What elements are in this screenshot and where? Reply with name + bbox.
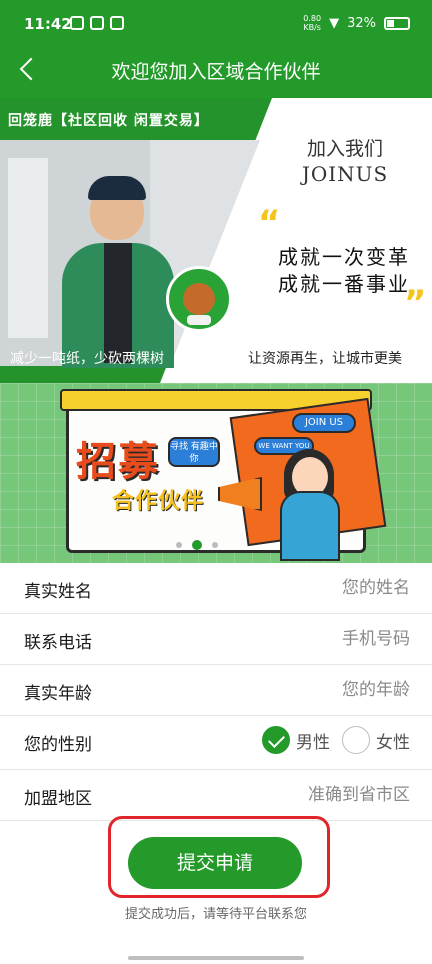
- recruit-subtitle: 合作伙伴: [112, 489, 205, 514]
- gender-male-radio[interactable]: 男性: [262, 726, 330, 754]
- age-input[interactable]: [210, 675, 410, 705]
- phone-label: 联系电话: [24, 633, 92, 653]
- page-title: 欢迎您加入区域合作伙伴: [111, 61, 321, 83]
- app-notification-icon: [110, 16, 124, 30]
- join-us-badge: JOIN US: [292, 413, 356, 433]
- hero-brand-text: 回笼鹿【社区回收 闲置交易】: [8, 113, 209, 129]
- region-label: 加盟地区: [24, 789, 92, 809]
- carousel-dot-active: [192, 540, 202, 550]
- top-bar: 11:42 0.80 KB/s ▼ 32% 欢迎您加入区域合作伙伴: [0, 0, 432, 98]
- unchecked-icon: [342, 726, 370, 754]
- gender-female-label: 女性: [376, 732, 410, 753]
- region-row: 加盟地区: [0, 770, 432, 821]
- hero-slogan-line1: 成就一次变革: [278, 245, 410, 269]
- name-row: 真实姓名: [0, 563, 432, 614]
- gender-row: 您的性别 男性 女性: [0, 716, 432, 770]
- carousel-dot: [212, 542, 218, 548]
- status-time: 11:42: [24, 15, 72, 33]
- age-label: 真实年龄: [24, 684, 92, 704]
- region-input[interactable]: [210, 780, 410, 810]
- status-right: 0.80 KB/s ▼ 32%: [303, 14, 410, 32]
- checked-icon: [262, 726, 290, 754]
- hero-right-slogan: 让资源再生，让城市更美: [248, 351, 402, 367]
- person-shirt: [104, 243, 132, 363]
- age-row: 真实年龄: [0, 665, 432, 716]
- wifi-icon: ▼: [329, 15, 340, 31]
- hero-join-en: JOINUS: [301, 162, 389, 186]
- network-speed-unit: KB/s: [303, 23, 321, 32]
- app-notification-icon: [90, 16, 104, 30]
- recruit-tag: 寻找 有趣中你: [168, 437, 220, 467]
- hero-slogan-line2: 成就一番事业: [278, 272, 410, 296]
- name-input[interactable]: [210, 573, 410, 603]
- battery-icon: [384, 16, 410, 30]
- gender-female-radio[interactable]: 女性: [342, 726, 410, 754]
- carousel-dot: [176, 542, 182, 548]
- hero-photo-window: [8, 158, 48, 338]
- hero-join-cn: 加入我们: [306, 138, 383, 160]
- quote-close-icon: ”: [404, 283, 427, 323]
- network-speed: 0.80 KB/s: [303, 14, 321, 32]
- hero-left-slogan: 减少一吨纸，少砍两棵树: [10, 351, 164, 367]
- gender-male-label: 男性: [296, 732, 330, 753]
- network-speed-value: 0.80: [303, 14, 322, 23]
- quote-open-icon: “: [258, 203, 281, 243]
- name-label: 真实姓名: [24, 582, 92, 602]
- deer-mascot-logo: [166, 266, 232, 332]
- battery-percent: 32%: [347, 15, 376, 31]
- app-notification-icon: [70, 16, 84, 30]
- status-app-icons: [70, 16, 124, 30]
- application-form: 真实姓名 联系电话 真实年龄 您的性别 男性 女性 加盟地区: [0, 563, 432, 821]
- person-cap: [88, 176, 146, 200]
- submit-button[interactable]: 提交申请: [128, 837, 302, 889]
- phone-input[interactable]: [210, 624, 410, 654]
- recruit-banner[interactable]: 招募 寻找 有趣中你 合作伙伴 JOIN US WE WANT YOU: [0, 383, 432, 563]
- status-bar: 11:42 0.80 KB/s ▼ 32%: [0, 0, 432, 48]
- phone-row: 联系电话: [0, 614, 432, 665]
- gender-label: 您的性别: [24, 735, 92, 755]
- home-indicator[interactable]: [128, 956, 304, 960]
- girl-body: [280, 491, 340, 561]
- hero-banner: 回笼鹿【社区回收 闲置交易】 加入我们 JOINUS “ 成就一次变革 成就一番…: [0, 98, 432, 383]
- gender-options: 男性 女性: [250, 726, 410, 754]
- submit-hint: 提交成功后，请等待平台联系您: [124, 907, 307, 922]
- recruit-title: 招募: [76, 439, 160, 485]
